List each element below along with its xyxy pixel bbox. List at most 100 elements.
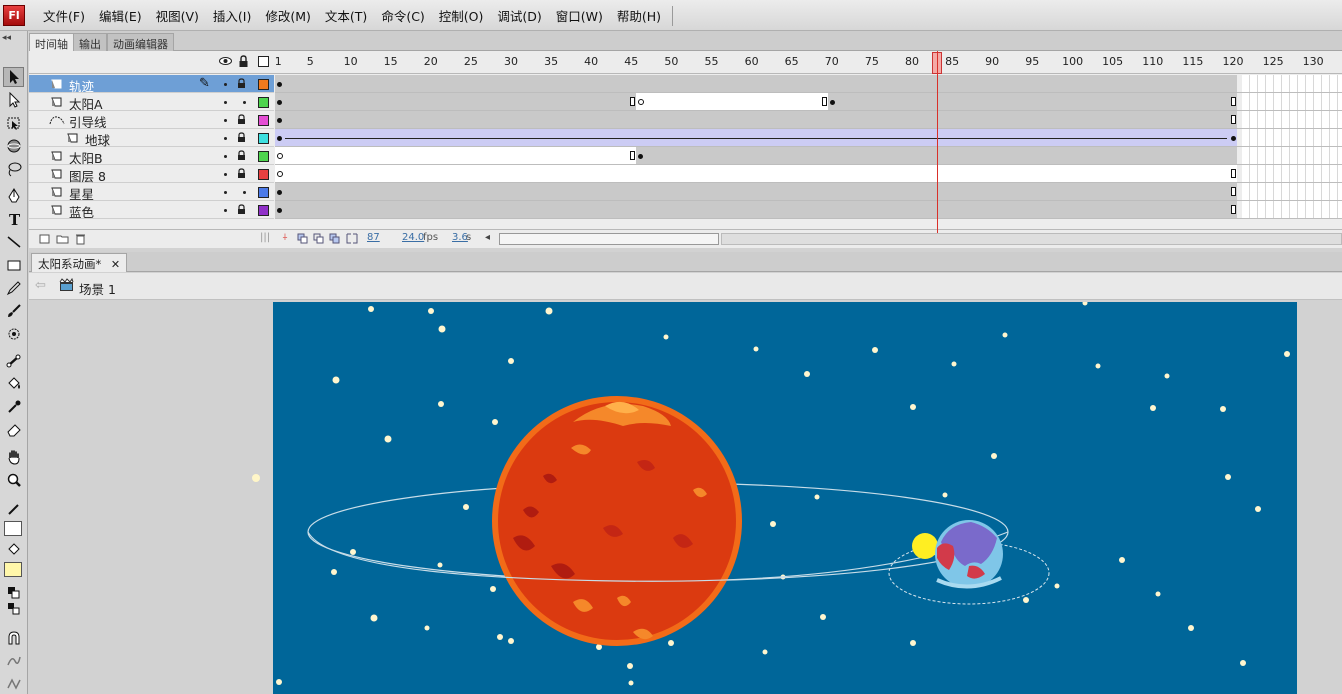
layer-color-box[interactable] [258, 205, 269, 216]
stroke-color-swatch[interactable] [4, 521, 22, 536]
onion-skin-outlines-icon[interactable] [313, 233, 325, 247]
frame-end-marker[interactable] [630, 151, 635, 160]
layer-color-box[interactable] [258, 151, 269, 162]
frame-end-marker[interactable] [1231, 97, 1236, 106]
frame-row[interactable] [275, 75, 1342, 93]
frame-row[interactable] [275, 129, 1342, 147]
outline-icon[interactable] [258, 56, 269, 67]
visibility-dot[interactable] [224, 155, 227, 158]
layer-color-box[interactable] [258, 187, 269, 198]
back-arrow-icon[interactable]: ⇦ [35, 278, 46, 293]
visibility-dot[interactable] [224, 173, 227, 176]
layer-row[interactable]: 地球 [29, 129, 274, 148]
text-tool-icon[interactable]: T [3, 209, 24, 229]
frame-row[interactable] [275, 147, 1342, 165]
stroke-color-icon[interactable] [3, 499, 24, 519]
deco-tool-icon[interactable] [3, 324, 24, 344]
center-frame-icon[interactable]: ⍭ [282, 232, 288, 243]
menu-item-7[interactable]: 控制(O) [432, 6, 491, 25]
tab-motion-editor[interactable]: 动画编辑器 [107, 33, 174, 51]
menu-item-6[interactable]: 命令(C) [374, 6, 431, 25]
layer-row[interactable]: 太阳A [29, 93, 274, 112]
fill-color-icon[interactable] [3, 540, 24, 560]
lock-icon[interactable] [237, 168, 246, 181]
frame-row[interactable] [275, 201, 1342, 219]
lock-icon[interactable] [237, 114, 246, 127]
frame-end-marker[interactable] [1231, 169, 1236, 178]
tab-output[interactable]: 输出 [73, 33, 107, 51]
layer-color-box[interactable] [258, 79, 269, 90]
frame-row[interactable] [275, 93, 1342, 111]
collapse-icon[interactable]: ◂◂ [2, 33, 11, 43]
lock-icon[interactable] [237, 150, 246, 163]
smooth-icon[interactable] [3, 651, 24, 671]
layer-row[interactable]: 图层 8 [29, 165, 274, 184]
keyframe[interactable] [277, 82, 282, 87]
keyframe[interactable] [277, 190, 282, 195]
lock-icon[interactable] [237, 204, 246, 217]
keyframe[interactable] [277, 118, 282, 123]
layer-color-box[interactable] [258, 97, 269, 108]
layer-color-box[interactable] [258, 169, 269, 180]
pen-tool-icon[interactable] [3, 186, 24, 206]
keyframe[interactable] [1231, 136, 1236, 141]
snap-to-objects-icon[interactable] [3, 628, 24, 648]
lock-icon[interactable] [237, 132, 246, 145]
keyframe[interactable] [277, 171, 283, 177]
eyedropper-tool-icon[interactable] [3, 397, 24, 417]
visibility-dot[interactable] [224, 191, 227, 194]
keyframe[interactable] [277, 100, 282, 105]
keyframe[interactable] [277, 136, 282, 141]
visibility-dot[interactable] [224, 209, 227, 212]
delete-icon[interactable] [75, 233, 86, 248]
paint-bucket-tool-icon[interactable] [3, 374, 24, 394]
menu-item-8[interactable]: 调试(D) [490, 6, 548, 25]
frame-end-marker[interactable] [822, 97, 827, 106]
frame-end-marker[interactable] [1231, 205, 1236, 214]
straighten-icon[interactable] [3, 674, 24, 694]
menu-item-3[interactable]: 插入(I) [206, 6, 258, 25]
frame-row[interactable] [275, 165, 1342, 183]
new-folder-icon[interactable] [56, 233, 69, 248]
hand-tool-icon[interactable] [3, 447, 24, 467]
visibility-dot[interactable] [224, 83, 227, 86]
lasso-tool-icon[interactable] [3, 159, 24, 179]
frame-row[interactable] [275, 111, 1342, 129]
layer-row[interactable]: 星星 [29, 183, 274, 202]
scene-label[interactable]: 场景 1 [79, 279, 116, 298]
zoom-tool-icon[interactable] [3, 470, 24, 490]
layer-row[interactable]: 引导线 [29, 111, 274, 130]
keyframe[interactable] [638, 99, 644, 105]
timeline-scrollbar[interactable] [499, 233, 719, 245]
eraser-tool-icon[interactable] [3, 420, 24, 440]
pencil-tool-icon[interactable] [3, 278, 24, 298]
frame-grid[interactable] [275, 75, 1342, 219]
rectangle-tool-icon[interactable] [3, 255, 24, 275]
menu-item-2[interactable]: 视图(V) [149, 6, 206, 25]
lock-dot[interactable] [243, 101, 246, 104]
keyframe[interactable] [277, 208, 282, 213]
layer-row[interactable]: 蓝色 [29, 201, 274, 221]
frame-end-marker[interactable] [630, 97, 635, 106]
subselection-tool-icon[interactable] [3, 90, 24, 110]
frame-row[interactable] [275, 183, 1342, 201]
menu-item-0[interactable]: 文件(F) [36, 6, 92, 25]
frame-end-marker[interactable] [1231, 115, 1236, 124]
keyframe[interactable] [830, 100, 835, 105]
selection-tool-icon[interactable] [3, 67, 24, 87]
keyframe[interactable] [638, 154, 643, 159]
frame-end-marker[interactable] [1231, 187, 1236, 196]
layer-color-box[interactable] [258, 115, 269, 126]
layer-row[interactable]: 太阳B [29, 147, 274, 166]
new-layer-icon[interactable] [39, 233, 51, 248]
scroll-left-icon[interactable]: ◂ [485, 232, 490, 243]
bone-tool-icon[interactable] [3, 351, 24, 371]
onion-skin-icon[interactable] [297, 233, 309, 247]
layer-row[interactable]: 轨迹 ✎ [29, 75, 274, 94]
layer-name[interactable]: 蓝色 [69, 202, 94, 221]
stage[interactable] [273, 302, 1297, 694]
visibility-dot[interactable] [224, 119, 227, 122]
3d-rotation-tool-icon[interactable] [3, 136, 24, 156]
free-transform-tool-icon[interactable] [3, 113, 24, 133]
menu-item-1[interactable]: 编辑(E) [92, 6, 149, 25]
